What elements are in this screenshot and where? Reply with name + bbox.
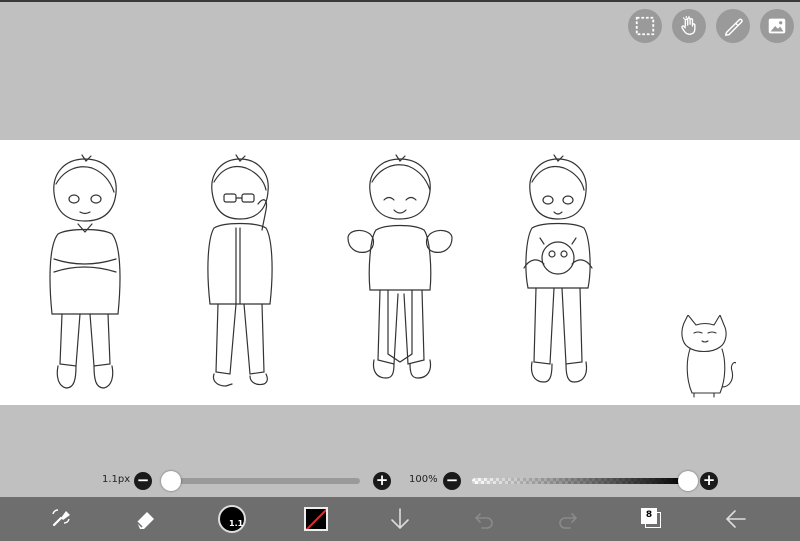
sketch-figure-holding-plush xyxy=(518,154,598,399)
opacity-slider[interactable] xyxy=(472,478,688,484)
sketch-figure-glasses-jacket xyxy=(200,154,280,399)
brush-size-slider-thumb[interactable] xyxy=(160,471,181,491)
color-picker-button[interactable] xyxy=(296,497,336,541)
color-swatch xyxy=(304,507,328,531)
brush-tool-button[interactable]: 1.1 xyxy=(212,497,252,541)
transform-tool-button[interactable] xyxy=(42,497,82,541)
undo-icon xyxy=(474,513,493,529)
redo-icon xyxy=(559,513,578,529)
pen-ruler-tool-button[interactable] xyxy=(716,9,750,43)
layer-count: 8 xyxy=(641,508,657,524)
opacity-increase-button[interactable]: + xyxy=(700,472,718,490)
selection-icon xyxy=(635,16,655,36)
opacity-label: 100% xyxy=(409,474,438,485)
sketch-figure-arms-crossed xyxy=(40,154,130,399)
opacity-slider-thumb[interactable] xyxy=(678,471,698,491)
pen-ruler-icon xyxy=(724,18,743,36)
brush-size-slider[interactable] xyxy=(163,478,360,484)
window-top-border xyxy=(0,0,800,2)
sketch-figure-smiling-robe xyxy=(340,154,460,399)
drawing-canvas[interactable] xyxy=(0,140,800,405)
hand-tool-button[interactable] xyxy=(672,9,706,43)
opacity-decrease-button[interactable]: − xyxy=(443,472,461,490)
redo-button[interactable] xyxy=(548,497,588,541)
brush-size-increase-button[interactable]: + xyxy=(373,472,391,490)
back-button[interactable] xyxy=(716,497,756,541)
bottom-toolbar: 1.1 8 xyxy=(0,497,800,541)
selection-tool-button[interactable] xyxy=(628,9,662,43)
brush-size-badge: 1.1 xyxy=(229,519,244,528)
arrow-left-icon xyxy=(725,510,746,528)
brush-size-label: 1.1px xyxy=(102,474,131,485)
top-toolbar xyxy=(628,9,794,43)
hand-icon xyxy=(681,15,696,35)
eraser-tool-button[interactable] xyxy=(126,497,166,541)
undo-button[interactable] xyxy=(464,497,504,541)
reference-image-button[interactable] xyxy=(760,9,794,43)
brush-settings-bar: 1.1px − + 100% − + xyxy=(0,469,800,493)
layers-button[interactable]: 8 xyxy=(632,497,672,541)
arrow-down-icon xyxy=(391,508,409,530)
download-button[interactable] xyxy=(380,497,420,541)
image-icon xyxy=(768,18,786,34)
eraser-icon xyxy=(136,512,154,529)
brush-size-preview: 1.1 xyxy=(218,505,246,533)
layers-icon: 8 xyxy=(641,508,663,530)
transform-icon xyxy=(52,509,70,527)
sketch-cat xyxy=(678,313,737,400)
brush-size-decrease-button[interactable]: − xyxy=(134,472,152,490)
